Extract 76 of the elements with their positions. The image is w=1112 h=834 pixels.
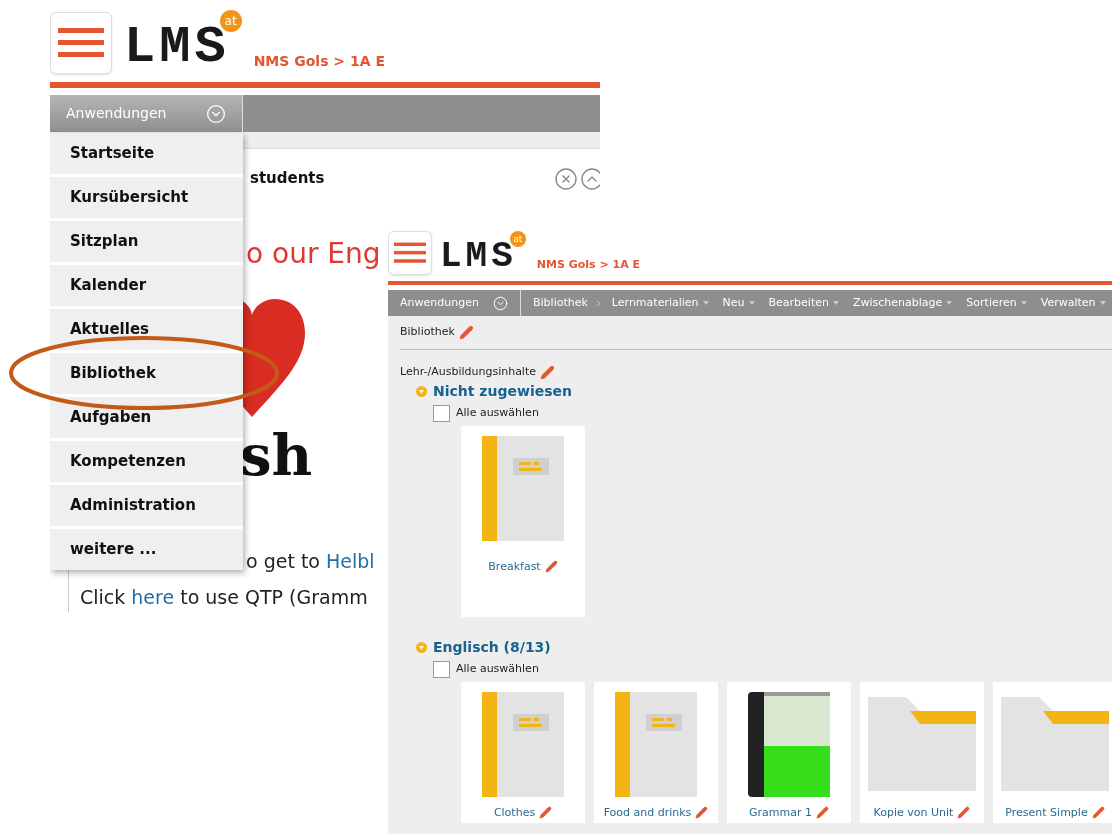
- menu-icon: [394, 242, 426, 264]
- content-link[interactable]: here: [131, 586, 175, 608]
- caret-icon: [1099, 301, 1106, 305]
- toolbar-menu[interactable]: Neu: [715, 294, 762, 312]
- folder-icon: [1001, 697, 1109, 791]
- edit-icon[interactable]: [458, 325, 474, 340]
- caret-icon: [1020, 301, 1027, 305]
- edit-icon[interactable]: [695, 806, 709, 820]
- caret-icon: [833, 301, 839, 305]
- material-card[interactable]: Kopie von Unit: [860, 681, 984, 823]
- notebook-icon: [482, 691, 564, 797]
- menu-item[interactable]: Sitzplan: [50, 221, 243, 262]
- material-title[interactable]: Clothes: [493, 804, 536, 821]
- group-title[interactable]: Englisch (8/13): [433, 636, 551, 658]
- menu-item[interactable]: Bibliothek: [50, 353, 243, 394]
- notebook-icon: [482, 435, 564, 541]
- material-card[interactable]: Clothes: [461, 681, 585, 823]
- content-text: o get to Helbl: [246, 549, 375, 574]
- section-title: Lehr-/Ausbildungsinhalte: [400, 364, 536, 380]
- material-title[interactable]: Breakfast: [488, 558, 541, 575]
- page-title: Bibliothek: [400, 324, 455, 341]
- menu-item[interactable]: weitere ...: [50, 529, 243, 570]
- caret-icon: [702, 301, 709, 305]
- caret-icon: [946, 301, 953, 305]
- checkbox[interactable]: [433, 404, 450, 422]
- material-title[interactable]: Present Simple: [1005, 804, 1088, 821]
- folder-icon: [868, 697, 976, 791]
- expand-toggle-icon[interactable]: [416, 385, 427, 397]
- edit-icon[interactable]: [957, 806, 971, 820]
- toolbar-menu[interactable]: Zwischenablage: [846, 294, 960, 312]
- content-link[interactable]: Helbl: [326, 550, 375, 572]
- toolbar-menu[interactable]: Verwalten: [1033, 294, 1112, 312]
- material-card[interactable]: Breakfast: [461, 425, 585, 617]
- edit-icon[interactable]: [1091, 806, 1105, 820]
- material-card[interactable]: Present Simple: [993, 681, 1112, 823]
- toolbar-menu[interactable]: Lernmaterialien: [604, 294, 716, 312]
- menu-item[interactable]: Aktuelles: [50, 309, 243, 350]
- close-icon: [554, 167, 578, 191]
- expand-toggle-icon[interactable]: [416, 641, 427, 653]
- menu-button[interactable]: [50, 12, 112, 74]
- collapse-icon: [580, 167, 600, 191]
- edit-icon[interactable]: [539, 806, 553, 820]
- chevron-down-icon: [493, 295, 508, 311]
- material-title[interactable]: Kopie von Unit: [873, 804, 954, 821]
- checkbox-label: Alle auswählen: [456, 660, 539, 677]
- menu-item[interactable]: Aufgaben: [50, 397, 243, 438]
- edit-icon[interactable]: [544, 560, 558, 574]
- menu-item[interactable]: Kompetenzen: [50, 441, 243, 482]
- menu-item[interactable]: Kursübersicht: [50, 177, 243, 218]
- menu-icon: [58, 28, 104, 58]
- chevron-right-icon: [595, 299, 601, 307]
- menu-item[interactable]: Kalender: [50, 265, 243, 306]
- toolbar-menu[interactable]: Bearbeiten: [761, 294, 846, 312]
- notebook-icon: [615, 691, 697, 797]
- checkbox[interactable]: [433, 660, 450, 678]
- menu-button[interactable]: [388, 231, 432, 275]
- toolbar-menu[interactable]: Sortieren: [959, 294, 1034, 312]
- chevron-down-icon: [206, 103, 226, 124]
- menu-item[interactable]: Administration: [50, 485, 243, 526]
- content-text: Click here to use QTP (Gramm: [80, 585, 368, 610]
- title-fragment: sh: [240, 427, 313, 483]
- welcome-heading: o our Eng: [246, 236, 381, 272]
- checkbox-label: Alle auswählen: [456, 404, 539, 421]
- menu-item[interactable]: Startseite: [50, 133, 243, 174]
- edit-icon[interactable]: [816, 806, 829, 820]
- material-title[interactable]: Food and drinks: [603, 804, 692, 821]
- breadcrumb-link[interactable]: Bibliothek: [533, 294, 588, 312]
- caret-icon: [748, 301, 755, 305]
- group-title[interactable]: Nicht zugewiesen: [433, 380, 572, 402]
- material-card[interactable]: Food and drinks: [594, 681, 718, 823]
- material-card[interactable]: Grammar 1: [727, 681, 851, 823]
- course-breadcrumb[interactable]: NMS Gols > 1A E: [536, 256, 640, 275]
- edit-icon[interactable]: [540, 364, 555, 380]
- material-title[interactable]: Grammar 1: [749, 804, 812, 821]
- course-breadcrumb[interactable]: NMS Gols > 1A E: [253, 51, 385, 74]
- panel-title: students: [250, 168, 325, 189]
